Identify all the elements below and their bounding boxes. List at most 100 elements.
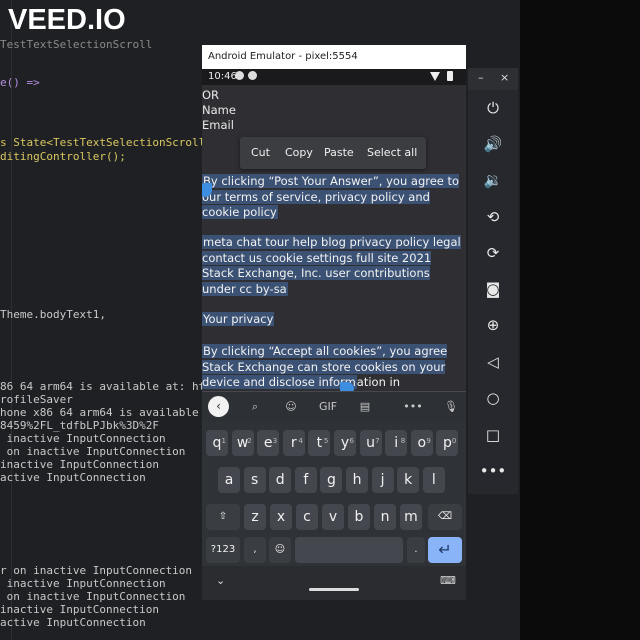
keyboard-switch-icon[interactable]: ⌨: [440, 574, 456, 587]
key-e[interactable]: e3: [257, 430, 280, 456]
code-line: inactive InputConnection: [0, 577, 166, 590]
cut-menu-item[interactable]: Cut: [251, 146, 270, 159]
more-options-icon[interactable]: •••: [402, 399, 424, 415]
code-line: inactive InputConnection: [0, 458, 159, 471]
key-p[interactable]: p0: [436, 430, 459, 456]
keyboard-toolbar: ‹ ⌕ ☺ GIF ▤ ••• 🎙: [202, 391, 466, 422]
code-line: 86 64 arm64 is available at: http:: [0, 380, 226, 393]
key-s[interactable]: s: [243, 467, 266, 493]
footer-links-text: meta chat tour help blog privacy policy …: [202, 235, 461, 296]
code-line: TestTextSelectionScroll: [0, 38, 153, 51]
camera-icon[interactable]: ◙: [478, 278, 508, 300]
code-line: 8459%2FL_tdfbLPJbk%3D%2F: [0, 419, 159, 432]
code-line: inactive InputConnection: [0, 432, 166, 445]
code-line: hone x86 64 arm64 is available at:: [0, 406, 226, 419]
key-x[interactable]: x: [270, 504, 292, 530]
notification-status-icon: [248, 71, 257, 80]
minimize-icon[interactable]: –: [478, 71, 484, 84]
toolbar-header: – ×: [468, 68, 518, 90]
code-line: inactive InputConnection: [0, 603, 159, 616]
terms-paragraph[interactable]: By clicking “Post Your Answer”, you agre…: [202, 174, 464, 221]
code-line: active InputConnection: [0, 471, 146, 484]
key-q[interactable]: q1: [206, 430, 228, 456]
code-line: ditingController();: [0, 150, 126, 163]
period-key[interactable]: .: [407, 537, 425, 563]
paste-menu-item[interactable]: Paste: [324, 146, 354, 159]
clipboard-icon[interactable]: ▤: [356, 399, 374, 415]
overview-icon[interactable]: □: [478, 424, 508, 446]
key-m[interactable]: m: [400, 504, 422, 530]
close-icon[interactable]: ×: [500, 71, 509, 84]
search-icon[interactable]: ⌕: [246, 399, 264, 415]
terms-text: By clicking “Post Your Answer”, you agre…: [202, 174, 460, 219]
webview-content[interactable]: OR Name Email Cut Copy Paste Select all …: [202, 85, 466, 405]
key-a[interactable]: a: [218, 467, 240, 493]
key-z[interactable]: z: [244, 504, 266, 530]
key-i[interactable]: i8: [385, 430, 408, 456]
code-line: on inactive InputConnection: [0, 590, 186, 603]
cookies-text-selected: By clicking “Accept all cookies”, you ag…: [202, 344, 448, 389]
emulator-titlebar[interactable]: Android Emulator - pixel:5554: [202, 45, 466, 69]
key-g[interactable]: g: [320, 467, 343, 493]
code-line: s State<TestTextSelectionScroll>: [0, 136, 212, 149]
key-f[interactable]: f: [294, 467, 317, 493]
emulator-toolbar: – × ⏻ 🔊 🔉 ⟲ ⟳ ◙ ⊕ ◁ ○ □ •••: [468, 68, 518, 494]
key-j[interactable]: j: [371, 467, 394, 493]
code-line: r on inactive InputConnection: [0, 564, 193, 577]
key-y[interactable]: y6: [334, 430, 356, 456]
sticker-icon[interactable]: ☺: [282, 399, 300, 415]
power-icon[interactable]: ⏻: [478, 97, 508, 119]
shift-key[interactable]: ⇧: [206, 504, 240, 530]
privacy-heading[interactable]: Your privacy: [202, 312, 464, 328]
footer-links-paragraph[interactable]: meta chat tour help blog privacy policy …: [202, 235, 464, 297]
microphone-icon[interactable]: 🎙: [442, 399, 460, 415]
key-c[interactable]: c: [296, 504, 318, 530]
back-icon[interactable]: ◁: [478, 351, 508, 373]
key-u[interactable]: u7: [359, 430, 382, 456]
emulator-window: Android Emulator - pixel:5554 10:46 OR N…: [202, 45, 466, 600]
home-gesture-pill[interactable]: [309, 588, 359, 591]
text-selection-menu: Cut Copy Paste Select all: [240, 137, 426, 169]
backspace-key[interactable]: ⌫: [428, 504, 462, 530]
comma-key[interactable]: ,: [244, 537, 266, 563]
enter-key[interactable]: ↵: [428, 537, 462, 563]
key-n[interactable]: n: [374, 504, 396, 530]
or-label: OR: [202, 88, 220, 102]
code-line: on inactive InputConnection: [0, 445, 186, 458]
key-r[interactable]: r4: [282, 430, 305, 456]
symbols-key[interactable]: ?123: [206, 537, 240, 563]
copy-menu-item[interactable]: Copy: [285, 146, 313, 159]
email-label: Email: [202, 118, 234, 132]
veed-watermark: VEED.IO: [8, 4, 126, 36]
rotate-left-icon[interactable]: ⟲: [478, 206, 508, 228]
volume-up-icon[interactable]: 🔊: [478, 133, 508, 155]
key-d[interactable]: d: [269, 467, 292, 493]
keyboard-collapse-icon[interactable]: ‹: [208, 396, 229, 417]
key-o[interactable]: o9: [410, 430, 433, 456]
code-line: Theme.bodyText1,: [0, 308, 106, 321]
key-b[interactable]: b: [348, 504, 370, 530]
key-l[interactable]: l: [422, 467, 445, 493]
key-t[interactable]: t5: [308, 430, 331, 456]
zoom-icon[interactable]: ⊕: [478, 314, 508, 336]
battery-icon: [447, 71, 453, 81]
key-v[interactable]: v: [322, 504, 344, 530]
emoji-key[interactable]: ☺: [269, 537, 291, 563]
device-screen: 10:46 OR Name Email Cut Copy Paste Selec…: [202, 69, 466, 600]
wifi-icon: [430, 72, 440, 81]
key-k[interactable]: k: [397, 467, 420, 493]
key-w[interactable]: w2: [231, 430, 254, 456]
key-h[interactable]: h: [346, 467, 368, 493]
code-line: active InputConnection: [0, 616, 146, 629]
rotate-right-icon[interactable]: ⟳: [478, 242, 508, 264]
volume-down-icon[interactable]: 🔉: [478, 169, 508, 191]
home-icon[interactable]: ○: [478, 387, 508, 409]
code-line: e() =>: [0, 76, 40, 89]
select-all-menu-item[interactable]: Select all: [367, 146, 417, 159]
gif-icon[interactable]: GIF: [316, 399, 340, 415]
more-icon[interactable]: •••: [478, 460, 508, 482]
hide-keyboard-icon[interactable]: ⌄: [216, 574, 225, 587]
space-key[interactable]: [295, 537, 403, 563]
ide-right-panel: [520, 0, 640, 640]
code-line: rofileSaver: [0, 393, 73, 406]
